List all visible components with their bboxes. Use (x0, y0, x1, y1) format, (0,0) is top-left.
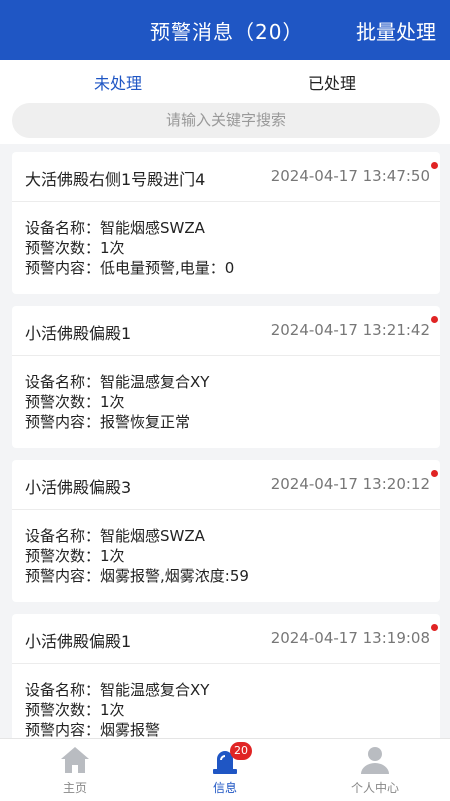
unread-count-badge: 20 (230, 742, 252, 760)
alert-card-header: 大活佛殿右侧1号殿进门4 2024-04-17 13:47:50 (12, 152, 440, 202)
count-label: 预警次数： (25, 393, 101, 411)
device-label: 设备名称： (25, 681, 101, 699)
content-row: 预警内容：烟雾报警 (25, 720, 209, 738)
alert-location: 小活佛殿偏殿3 (25, 478, 132, 497)
content-value: 低电量预警,电量：0 (100, 259, 235, 277)
content-label: 预警内容： (25, 721, 101, 738)
alert-list[interactable]: 大活佛殿右侧1号殿进门4 2024-04-17 13:47:50 设备名称：智能… (0, 152, 450, 738)
content-value: 报警恢复正常 (100, 413, 191, 431)
alert-card-header: 小活佛殿偏殿1 2024-04-17 13:21:42 (12, 306, 440, 356)
search-input[interactable]: 请输入关键字搜索 (12, 103, 440, 138)
count-value: 1次 (100, 547, 125, 565)
content-row: 预警内容：报警恢复正常 (25, 412, 209, 432)
alert-time: 2024-04-17 13:20:12 (270, 475, 430, 493)
nav-messages[interactable]: 20 信息 (150, 739, 300, 801)
alert-card[interactable]: 小活佛殿偏殿3 2024-04-17 13:20:12 设备名称：智能烟感SWZ… (12, 460, 440, 602)
alert-location: 小活佛殿偏殿1 (25, 632, 132, 651)
alert-time: 2024-04-17 13:21:42 (270, 321, 430, 339)
alert-card-header: 小活佛殿偏殿1 2024-04-17 13:19:08 (12, 614, 440, 664)
content-row: 预警内容：低电量预警,电量：0 (25, 258, 234, 278)
count-value: 1次 (100, 701, 125, 719)
alert-card-header: 小活佛殿偏殿3 2024-04-17 13:20:12 (12, 460, 440, 510)
alert-card[interactable]: 大活佛殿右侧1号殿进门4 2024-04-17 13:47:50 设备名称：智能… (12, 152, 440, 294)
search-bar: 请输入关键字搜索 (0, 100, 450, 144)
device-row: 设备名称：智能温感复合XY (25, 372, 209, 392)
count-label: 预警次数： (25, 547, 101, 565)
home-icon (61, 747, 89, 773)
alert-details: 设备名称：智能温感复合XY 预警次数：1次 预警内容：报警恢复正常 (25, 372, 209, 432)
status-tabs: 未处理 已处理 (0, 60, 450, 100)
alert-card[interactable]: 小活佛殿偏殿1 2024-04-17 13:19:08 设备名称：智能温感复合X… (12, 614, 440, 738)
alert-card[interactable]: 小活佛殿偏殿1 2024-04-17 13:21:42 设备名称：智能温感复合X… (12, 306, 440, 448)
device-value: 智能烟感SWZA (100, 219, 205, 237)
alert-time: 2024-04-17 13:19:08 (270, 629, 430, 647)
alert-time: 2024-04-17 13:47:50 (270, 167, 430, 185)
unread-dot (431, 470, 438, 477)
nav-profile[interactable]: 个人中心 (300, 739, 450, 801)
count-value: 1次 (100, 239, 125, 257)
alert-details: 设备名称：智能温感复合XY 预警次数：1次 预警内容：烟雾报警 (25, 680, 209, 738)
nav-profile-label: 个人中心 (350, 781, 399, 795)
device-label: 设备名称： (25, 219, 101, 237)
device-value: 智能温感复合XY (100, 681, 210, 699)
nav-messages-label: 信息 (212, 781, 237, 795)
device-label: 设备名称： (25, 527, 101, 545)
content-value: 烟雾报警,烟雾浓度:59 (100, 567, 249, 585)
tab-processed[interactable]: 已处理 (308, 70, 356, 94)
bottom-nav: 主页 20 信息 个人中心 (0, 738, 450, 801)
content-label: 预警内容： (25, 413, 101, 431)
unread-dot (431, 162, 438, 169)
alert-location: 大活佛殿右侧1号殿进门4 (25, 170, 206, 189)
count-row: 预警次数：1次 (25, 700, 209, 720)
app-header: 预警消息（20） 批量处理 (0, 0, 450, 60)
tab-unprocessed[interactable]: 未处理 (94, 70, 142, 94)
content-label: 预警内容： (25, 567, 101, 585)
count-label: 预警次数： (25, 701, 101, 719)
device-value: 智能烟感SWZA (100, 527, 205, 545)
count-row: 预警次数：1次 (25, 238, 234, 258)
device-row: 设备名称：智能烟感SWZA (25, 218, 234, 238)
nav-home[interactable]: 主页 (0, 739, 150, 801)
device-value: 智能温感复合XY (100, 373, 210, 391)
alert-details: 设备名称：智能烟感SWZA 预警次数：1次 预警内容：烟雾报警,烟雾浓度:59 (25, 526, 249, 586)
user-icon (361, 747, 389, 774)
alert-location: 小活佛殿偏殿1 (25, 324, 132, 343)
count-label: 预警次数： (25, 239, 101, 257)
count-row: 预警次数：1次 (25, 392, 209, 412)
device-row: 设备名称：智能烟感SWZA (25, 526, 249, 546)
unread-dot (431, 624, 438, 631)
content-label: 预警内容： (25, 259, 101, 277)
device-label: 设备名称： (25, 373, 101, 391)
count-value: 1次 (100, 393, 125, 411)
device-row: 设备名称：智能温感复合XY (25, 680, 209, 700)
content-value: 烟雾报警 (100, 721, 161, 738)
alert-details: 设备名称：智能烟感SWZA 预警次数：1次 预警内容：低电量预警,电量：0 (25, 218, 234, 278)
page-title: 预警消息（20） (150, 20, 304, 44)
content-row: 预警内容：烟雾报警,烟雾浓度:59 (25, 566, 249, 586)
unread-dot (431, 316, 438, 323)
batch-process-button[interactable]: 批量处理 (356, 16, 436, 45)
count-row: 预警次数：1次 (25, 546, 249, 566)
nav-home-label: 主页 (62, 781, 87, 795)
